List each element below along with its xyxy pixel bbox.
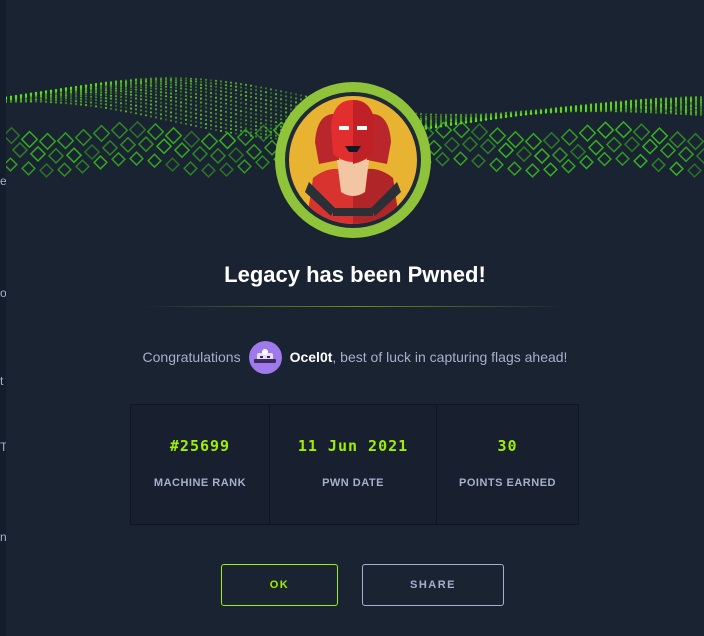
stat-machine-rank: #25699 MACHINE RANK xyxy=(131,405,270,524)
machine-rank-value: #25699 xyxy=(170,437,230,455)
machine-rank-label: MACHINE RANK xyxy=(154,477,246,489)
points-earned-value: 30 xyxy=(497,437,517,455)
points-earned-label: POINTS EARNED xyxy=(459,477,556,489)
title-divider xyxy=(142,306,568,307)
modal-title: Legacy has been Pwned! xyxy=(6,262,704,288)
share-button[interactable]: SHARE xyxy=(362,564,504,606)
pwn-date-value: 11 Jun 2021 xyxy=(298,437,408,455)
congrats-prefix: Congratulations xyxy=(143,349,241,365)
stats-panel: #25699 MACHINE RANK 11 Jun 2021 PWN DATE… xyxy=(130,404,579,525)
machine-avatar-icon xyxy=(275,82,431,238)
user-avatar-icon[interactable] xyxy=(249,341,282,374)
pwned-modal: Legacy has been Pwned! Congratulations O… xyxy=(6,0,704,636)
stat-pwn-date: 11 Jun 2021 PWN DATE xyxy=(270,405,437,524)
username-link[interactable]: Ocel0t xyxy=(290,349,333,365)
stat-points-earned: 30 POINTS EARNED xyxy=(437,405,578,524)
congratulations-message: Congratulations Ocel0t , best of luck in… xyxy=(6,340,704,374)
congrats-suffix: , best of luck in capturing flags ahead! xyxy=(332,349,567,365)
pwn-date-label: PWN DATE xyxy=(322,477,384,489)
ok-button[interactable]: OK xyxy=(221,564,338,606)
